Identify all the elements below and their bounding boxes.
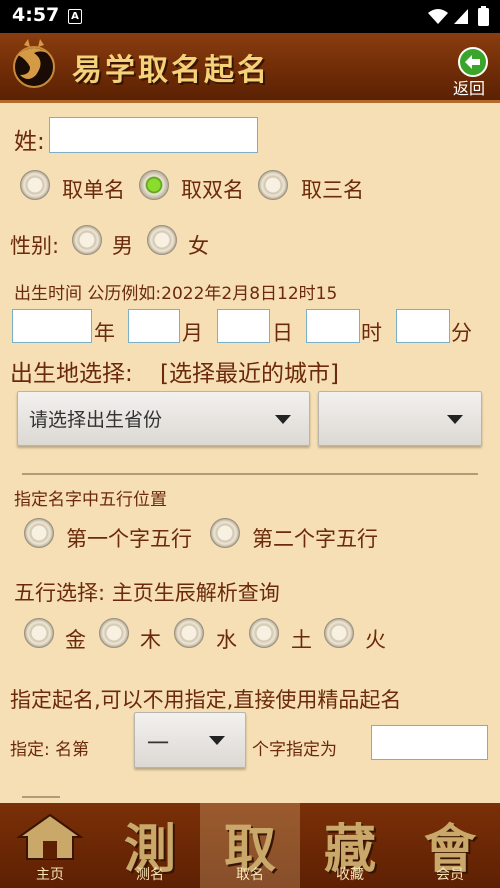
char-position-select[interactable]: 一 <box>134 712 246 768</box>
nav-member[interactable]: 會 会员 <box>400 803 500 888</box>
nav-naming-label: 取名 <box>236 867 264 883</box>
nav-favorites-label: 收藏 <box>336 867 364 883</box>
triple-name-label: 取三名 <box>301 178 364 202</box>
water-label: 水 <box>216 628 237 652</box>
back-arrow-icon <box>458 47 488 77</box>
single-name-radio[interactable] <box>20 170 50 200</box>
male-label: 男 <box>112 234 133 258</box>
metal-radio[interactable] <box>24 618 54 648</box>
designate-title: 指定起名,可以不用指定,直接使用精品起名 <box>10 688 402 712</box>
home-icon <box>17 813 83 860</box>
province-select-value: 请选择出生省份 <box>29 409 163 431</box>
birth-month-input[interactable] <box>128 309 180 343</box>
birth-hour-input[interactable] <box>306 309 360 343</box>
wifi-icon <box>428 9 448 24</box>
gender-label: 性别: <box>10 234 60 258</box>
metal-label: 金 <box>65 628 86 652</box>
nav-naming[interactable]: 取 取名 <box>200 803 300 888</box>
chevron-down-icon <box>447 415 463 424</box>
city-select[interactable] <box>318 391 482 446</box>
female-label: 女 <box>188 234 209 258</box>
section-divider <box>22 473 478 475</box>
surname-input[interactable] <box>49 117 258 153</box>
nav-home-label: 主页 <box>36 867 64 883</box>
nav-member-label: 会员 <box>436 867 464 883</box>
fire-radio[interactable] <box>324 618 354 648</box>
app-header: 易学取名起名 返回 <box>0 33 500 100</box>
earth-label: 土 <box>291 628 312 652</box>
nav-favorites[interactable]: 藏 收藏 <box>300 803 400 888</box>
app-notification-icon: A <box>68 9 82 24</box>
water-radio[interactable] <box>174 618 204 648</box>
nav-test-name[interactable]: 測 测名 <box>100 803 200 888</box>
birthplace-label: 出生地选择: <box>10 361 133 387</box>
earth-radio[interactable] <box>249 618 279 648</box>
chevron-down-icon <box>275 415 291 424</box>
designate-prefix: 指定: 名第 <box>10 740 90 760</box>
birth-minute-input[interactable] <box>396 309 450 343</box>
designated-char-input[interactable] <box>371 725 488 760</box>
birth-time-label: 出生时间 公历例如:2022年2月8日12时15 <box>14 284 338 304</box>
first-char-wuxing-radio[interactable] <box>24 518 54 548</box>
day-unit: 日 <box>272 321 293 345</box>
chevron-down-icon <box>209 736 225 745</box>
birthplace-hint: [选择最近的城市] <box>160 361 339 387</box>
birth-day-input[interactable] <box>217 309 270 343</box>
year-unit: 年 <box>94 321 115 345</box>
second-char-wuxing-radio[interactable] <box>210 518 240 548</box>
designate-suffix: 个字指定为 <box>252 740 337 760</box>
wood-radio[interactable] <box>99 618 129 648</box>
male-radio[interactable] <box>72 225 102 255</box>
nav-test-name-label: 测名 <box>136 867 164 883</box>
first-char-wuxing-label: 第一个字五行 <box>66 527 192 551</box>
wood-label: 木 <box>140 628 161 652</box>
month-unit: 月 <box>182 321 203 345</box>
double-name-label: 取双名 <box>181 178 244 202</box>
char-position-value: 一 <box>147 732 170 757</box>
signal-icon <box>454 9 468 24</box>
bottom-nav: 主页 測 测名 取 取名 藏 收藏 會 会员 <box>0 803 500 888</box>
wuxing-position-label: 指定名字中五行位置 <box>14 490 167 510</box>
fire-label: 火 <box>365 628 386 652</box>
partial-divider <box>22 796 60 798</box>
birth-year-input[interactable] <box>12 309 92 343</box>
header-divider <box>0 100 500 103</box>
second-char-wuxing-label: 第二个字五行 <box>252 527 378 551</box>
back-label: 返回 <box>453 79 486 98</box>
triple-name-radio[interactable] <box>258 170 288 200</box>
battery-icon <box>478 6 489 26</box>
back-button[interactable]: 返回 <box>448 45 492 98</box>
single-name-label: 取单名 <box>62 178 125 202</box>
wuxing-select-label: 五行选择: 主页生辰解析查询 <box>14 581 280 605</box>
female-radio[interactable] <box>147 225 177 255</box>
dragon-logo-icon <box>13 39 55 88</box>
status-bar: 4:57 A <box>0 0 500 33</box>
hour-unit: 时 <box>361 321 382 345</box>
surname-label: 姓: <box>14 129 45 155</box>
province-select[interactable]: 请选择出生省份 <box>17 391 310 446</box>
double-name-radio[interactable] <box>139 170 169 200</box>
page-title: 易学取名起名 <box>72 53 270 88</box>
minute-unit: 分 <box>451 321 472 345</box>
nav-home[interactable]: 主页 <box>0 803 100 888</box>
status-time: 4:57 <box>12 4 60 26</box>
